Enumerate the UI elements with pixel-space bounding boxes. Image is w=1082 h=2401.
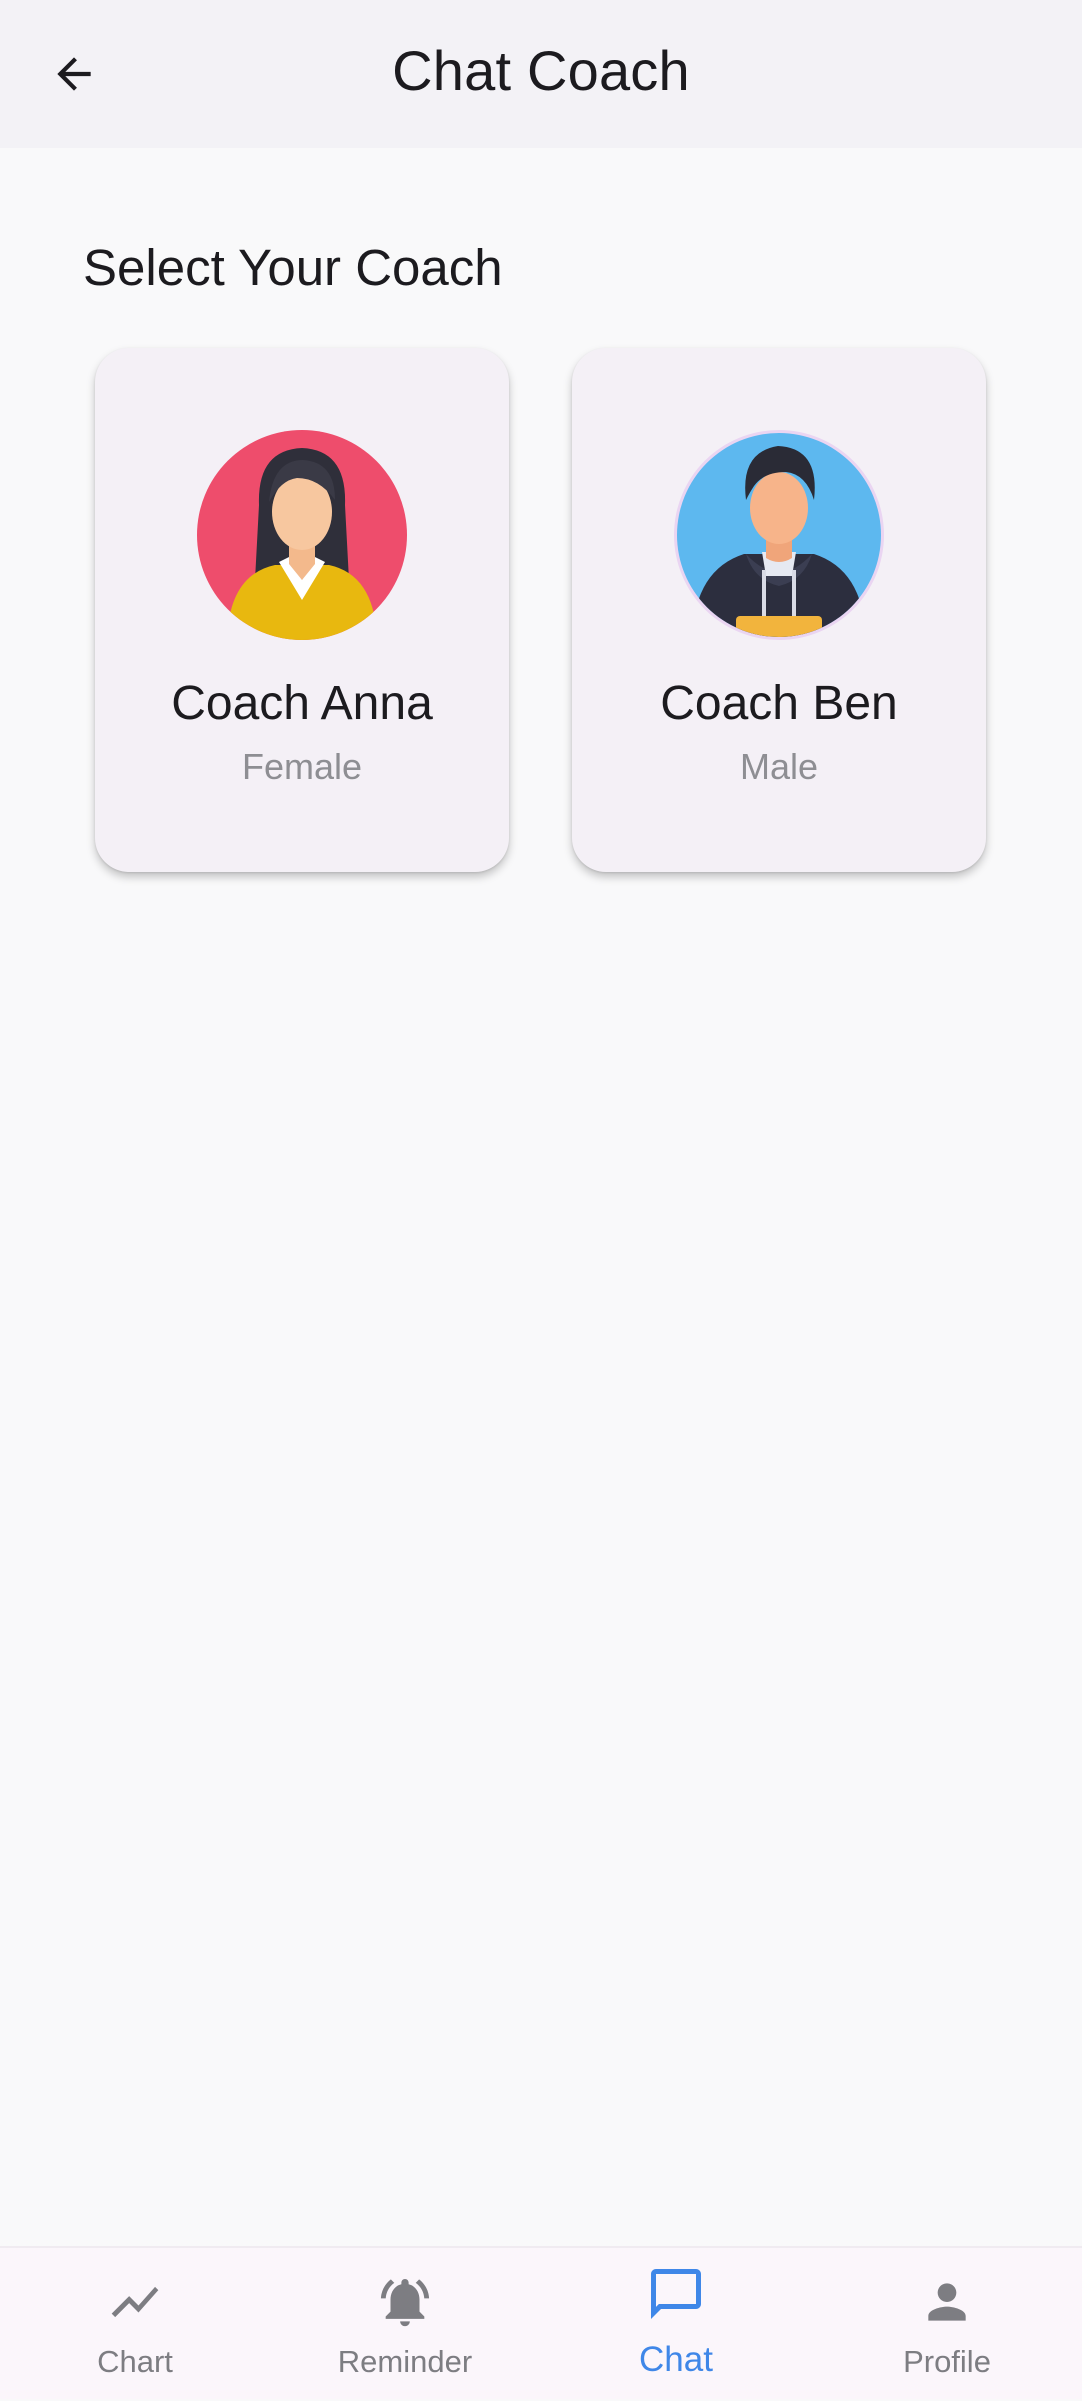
coach-card-anna[interactable]: Coach Anna Female <box>95 348 509 872</box>
app-bar: Chat Coach <box>0 0 1082 148</box>
nav-label: Reminder <box>337 2344 473 2379</box>
bell-ringing-icon <box>375 2272 435 2332</box>
nav-item-chart[interactable]: Chart <box>0 2248 270 2401</box>
male-avatar <box>674 430 884 640</box>
nav-item-reminder[interactable]: Reminder <box>270 2248 540 2401</box>
nav-label: Chat <box>639 2340 713 2379</box>
nav-label: Chart <box>97 2344 173 2379</box>
page-title: Chat Coach <box>392 39 690 102</box>
person-icon <box>917 2272 977 2332</box>
coach-gender: Male <box>739 746 819 787</box>
nav-label: Profile <box>903 2344 991 2379</box>
nav-item-profile[interactable]: Profile <box>812 2248 1082 2401</box>
section-title: Select Your Coach <box>83 239 503 296</box>
coach-name: Coach Ben <box>660 677 898 730</box>
bottom-navigation: Chart Reminder Chat Profile <box>0 2246 1082 2399</box>
trending-line-icon <box>105 2272 165 2332</box>
coach-name: Coach Anna <box>171 677 433 730</box>
nav-item-chat[interactable]: Chat <box>541 2248 811 2401</box>
chat-bubble-icon <box>646 2264 706 2324</box>
female-avatar <box>197 430 407 640</box>
coach-card-ben[interactable]: Coach Ben Male <box>572 348 986 872</box>
coach-gender: Female <box>241 746 363 787</box>
